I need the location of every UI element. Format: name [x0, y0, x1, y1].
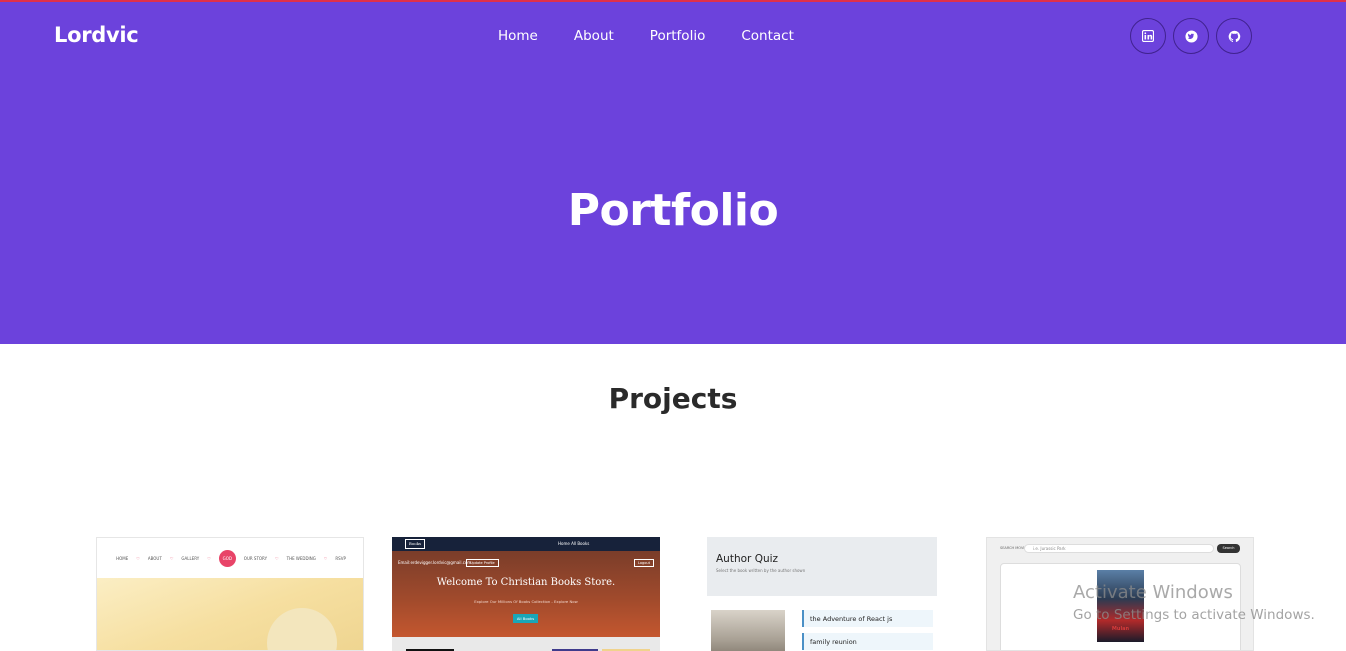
wedding-nav-about: ABOUT — [147, 555, 162, 561]
nav-about[interactable]: About — [574, 28, 614, 44]
books-navbar — [392, 537, 660, 551]
movie-search-input: i.e. Jurassic Park — [1024, 544, 1214, 553]
twitter-icon — [1184, 29, 1198, 43]
hero-banner: Lordvic Home About Portfolio Contact Por… — [0, 0, 1346, 344]
quiz-answer: family reunion — [802, 633, 933, 650]
social-links — [1130, 18, 1252, 54]
heart-icon: ♡ — [207, 555, 211, 561]
wedding-logo-badge: GOD — [218, 549, 236, 567]
movie-search-label: SEARCH MOVIE — [1000, 546, 1027, 550]
quiz-subtitle: Select the book written by the author sh… — [716, 568, 806, 573]
hero-title: Portfolio — [567, 185, 779, 236]
project-card-author-quiz[interactable]: Author Quiz Select the book written by t… — [707, 537, 937, 651]
quiz-answer: the Adventure of React js — [802, 610, 933, 627]
books-logo: Books — [405, 539, 425, 549]
projects-heading: Projects — [608, 382, 738, 415]
books-profile-button: Update Profile — [466, 559, 499, 567]
wedding-nav-rsvp: RSVP — [335, 555, 346, 561]
activate-windows-title: Activate Windows — [1073, 582, 1233, 603]
main-nav: Home About Portfolio Contact — [498, 28, 830, 44]
project-card-books[interactable]: Books Home All Books Email:erdevigger.lo… — [392, 537, 660, 651]
books-logout-button: Logout — [634, 559, 654, 567]
wedding-nav-wedding: THE WEDDING — [286, 555, 316, 561]
heart-icon: ♡ — [169, 555, 174, 561]
heart-icon: ♡ — [323, 555, 328, 561]
author-portrait — [711, 610, 785, 651]
quiz-title: Author Quiz — [716, 553, 779, 565]
books-email: Email:erdevigger.lordvic@gmail.com — [398, 560, 472, 565]
movie-search-button: Search — [1217, 544, 1240, 553]
project-card-wedding[interactable]: HOME ♡ ABOUT ♡ GALLERY ♡ GOD OUR STORY ♡… — [96, 537, 364, 651]
linkedin-icon — [1142, 30, 1154, 42]
quiz-header — [707, 537, 937, 596]
github-icon — [1228, 30, 1240, 42]
heart-icon: ♡ — [136, 555, 140, 561]
books-cta-button: All Books — [513, 614, 538, 623]
github-link[interactable] — [1216, 18, 1252, 54]
nav-home[interactable]: Home — [498, 28, 538, 44]
nav-contact[interactable]: Contact — [741, 28, 794, 44]
wedding-nav-gallery: GALLERY — [181, 555, 200, 561]
nav-portfolio[interactable]: Portfolio — [650, 28, 706, 44]
brand-logo[interactable]: Lordvic — [54, 23, 139, 47]
books-nav: Home All Books — [558, 541, 590, 546]
books-tagline: Explore Our Millions Of Books Collection… — [474, 599, 578, 604]
linkedin-link[interactable] — [1130, 18, 1166, 54]
heart-icon: ♡ — [275, 555, 279, 561]
books-welcome: Welcome To Christian Books Store. — [436, 577, 616, 588]
wedding-nav: HOME ♡ ABOUT ♡ GALLERY ♡ GOD OUR STORY ♡… — [97, 538, 363, 578]
activate-windows-subtitle: Go to Settings to activate Windows. — [1073, 607, 1315, 623]
wedding-nav-home: HOME — [116, 555, 129, 561]
twitter-link[interactable] — [1173, 18, 1209, 54]
movie-poster-title: Mulan — [1111, 626, 1130, 632]
wedding-nav-story: OUR STORY — [243, 555, 268, 561]
